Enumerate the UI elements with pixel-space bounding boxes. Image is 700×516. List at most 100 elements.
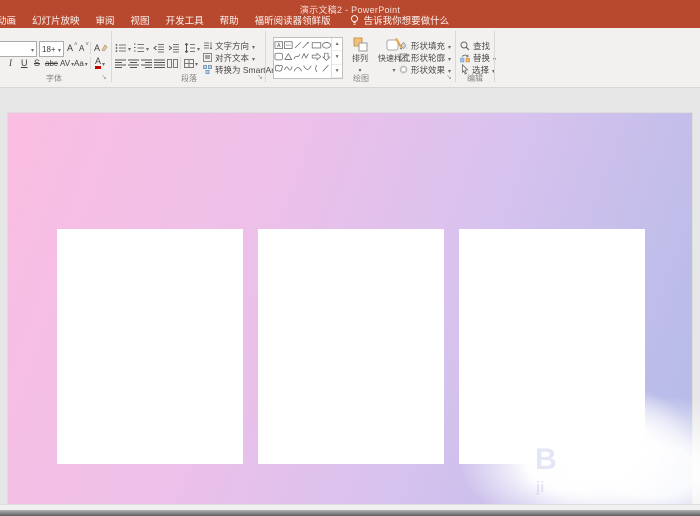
- paragraph-group-label: 段落: [113, 73, 265, 84]
- divider: [180, 57, 181, 69]
- dropdown-icon: [252, 41, 255, 51]
- text-direction-label: 文字方向: [215, 40, 249, 52]
- font-size-combo[interactable]: 18+: [39, 41, 64, 57]
- bullets-button[interactable]: [115, 41, 131, 55]
- align-text-icon: [203, 53, 212, 62]
- shape-fill-icon: [399, 41, 408, 50]
- replace-label: 替换: [473, 52, 490, 64]
- slide-canvas[interactable]: [8, 113, 692, 504]
- text-shadow-button[interactable]: abc: [45, 56, 58, 70]
- character-spacing-button[interactable]: AV: [60, 56, 74, 70]
- align-center-icon: [128, 59, 139, 68]
- tab-review[interactable]: 审阅: [88, 13, 123, 27]
- align-center-button[interactable]: [128, 56, 139, 70]
- text-direction-icon: [203, 41, 212, 50]
- add-remove-columns-button[interactable]: [184, 56, 198, 70]
- tab-view[interactable]: 视图: [123, 13, 158, 27]
- scroll-up-icon[interactable]: ▲: [332, 38, 342, 51]
- shape-outline-icon: [399, 53, 408, 62]
- font-name-combo[interactable]: [0, 41, 37, 57]
- increase-indent-button[interactable]: [168, 41, 180, 55]
- drawing-group-label: 绘图: [267, 73, 455, 84]
- underline-glyph: U: [21, 58, 28, 68]
- change-case-button[interactable]: Aa: [74, 56, 88, 70]
- clear-formatting-button[interactable]: A: [94, 41, 108, 55]
- paragraph-dialog-launcher-icon[interactable]: ↘: [257, 73, 263, 81]
- columns-icon: [167, 59, 178, 68]
- arrange-button[interactable]: 排列: [347, 37, 373, 74]
- font-color-button[interactable]: A: [95, 56, 105, 70]
- replace-button[interactable]: 替换: [460, 52, 496, 63]
- align-text-button[interactable]: 对齐文本: [203, 52, 255, 63]
- font-dialog-launcher-icon[interactable]: ↘: [101, 73, 107, 81]
- group-divider: [265, 31, 266, 82]
- group-divider: [494, 31, 495, 82]
- columns-button[interactable]: [167, 56, 178, 70]
- find-label: 查找: [473, 40, 490, 52]
- slide-card-2[interactable]: [258, 229, 444, 464]
- magnifier-icon: [460, 41, 470, 51]
- tab-slideshow[interactable]: 幻灯片放映: [24, 13, 88, 27]
- shape-fill-button[interactable]: 形状填充: [399, 40, 451, 51]
- tab-help[interactable]: 帮助: [212, 13, 247, 27]
- shrink-font-glyph: A: [79, 44, 84, 53]
- editing-group-label: 编辑: [455, 73, 495, 84]
- group-divider: [111, 31, 112, 82]
- tab-developer[interactable]: 开发工具: [158, 13, 212, 27]
- tab-foxit[interactable]: 福昕阅读器领鲜版: [247, 13, 339, 27]
- divider: [90, 42, 91, 54]
- shape-outline-label: 形状轮廓: [411, 52, 445, 64]
- dropdown-icon: [128, 43, 131, 53]
- align-left-button[interactable]: [115, 56, 126, 70]
- dropdown-icon: [448, 53, 451, 63]
- grow-font-button[interactable]: A˄: [67, 41, 78, 55]
- italic-glyph: I: [9, 58, 12, 68]
- tell-me-box[interactable]: 告诉我你想要做什么: [349, 13, 450, 27]
- abc-glyph: abc: [45, 59, 58, 68]
- dropdown-icon: [146, 43, 149, 53]
- dropdown-icon: [85, 59, 88, 68]
- bullet-list-icon: [115, 43, 127, 53]
- replace-icon: [460, 53, 470, 63]
- text-direction-button[interactable]: 文字方向: [203, 40, 255, 51]
- shrink-font-button[interactable]: A˅: [79, 41, 89, 55]
- drawing-dialog-launcher-icon[interactable]: ↘: [446, 73, 452, 81]
- ribbon: 18+ A˄ A˅ A I U S abc AV: [0, 28, 700, 88]
- find-button[interactable]: 查找: [460, 40, 490, 51]
- dropdown-icon: [102, 58, 105, 68]
- dropdown-icon: [31, 44, 34, 54]
- line-spacing-button[interactable]: [184, 41, 200, 55]
- underline-button[interactable]: U: [21, 56, 28, 70]
- grid-icon: [184, 59, 194, 68]
- arrange-label: 排列: [352, 53, 368, 64]
- tell-me-label: 告诉我你想要做什么: [364, 13, 450, 27]
- scroll-down-icon[interactable]: ▼: [332, 51, 342, 64]
- dropdown-icon: [58, 44, 61, 54]
- dropdown-icon: [197, 43, 200, 53]
- shapes-gallery-icons: [274, 38, 331, 78]
- case-glyph: Aa: [74, 59, 84, 68]
- numbering-button[interactable]: [133, 41, 149, 55]
- font-color-glyph: A: [95, 57, 101, 69]
- tab-animation[interactable]: 动画: [0, 13, 24, 27]
- powerpoint-window: 演示文稿2 - PowerPoint 动画 幻灯片放映 审阅 视图 开发工具 帮…: [0, 0, 700, 516]
- divider: [90, 57, 91, 69]
- outdent-icon: [153, 43, 165, 53]
- strikethrough-button[interactable]: S: [34, 56, 40, 70]
- shape-outline-button[interactable]: 形状轮廓: [399, 52, 451, 63]
- lightbulb-icon: [349, 14, 360, 26]
- window-bottom-edge: [0, 510, 700, 516]
- align-right-button[interactable]: [141, 56, 152, 70]
- shape-fill-label: 形状填充: [411, 40, 445, 52]
- align-text-label: 对齐文本: [215, 52, 249, 64]
- italic-button[interactable]: I: [9, 56, 12, 70]
- numbered-list-icon: [133, 43, 145, 53]
- decrease-indent-button[interactable]: [153, 41, 165, 55]
- justify-button[interactable]: [154, 56, 165, 70]
- shapes-gallery-scrollbar[interactable]: ▲ ▼ ▼: [331, 38, 342, 78]
- title-bar: 演示文稿2 - PowerPoint 动画 幻灯片放映 审阅 视图 开发工具 帮…: [0, 0, 700, 28]
- slide-card-1[interactable]: [57, 229, 243, 464]
- indent-icon: [168, 43, 180, 53]
- dropdown-icon: [252, 53, 255, 63]
- slide-card-3[interactable]: [459, 229, 645, 464]
